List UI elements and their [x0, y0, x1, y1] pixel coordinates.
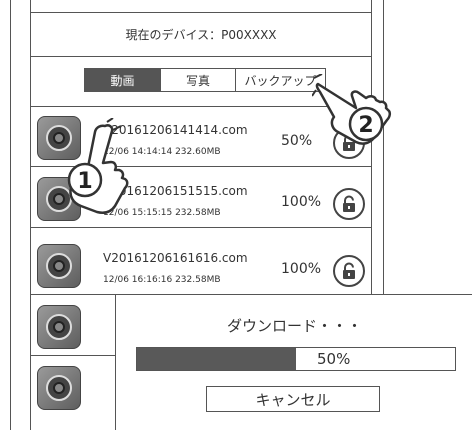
step-number-1: 1: [77, 169, 92, 194]
step-number-2: 2: [358, 113, 373, 138]
tab-video[interactable]: 動画: [85, 69, 160, 91]
tab-photo[interactable]: 写真: [160, 69, 235, 91]
tab-backup-label: バックアップ: [244, 73, 317, 88]
video-thumbnail-icon: [37, 305, 81, 349]
cancel-button[interactable]: キャンセル: [206, 386, 380, 412]
file-name: V20161206161616.com: [103, 251, 248, 265]
progress-fill: [137, 348, 296, 370]
tap-hand-icon: 1: [67, 118, 129, 214]
unlock-button[interactable]: [333, 188, 365, 220]
media-tabs: 動画 写真 バックアップ: [84, 68, 326, 92]
unlock-button[interactable]: [333, 255, 365, 287]
download-dialog: ダウンロード・・・ 50% キャンセル: [115, 294, 472, 430]
download-progress-bar: 50%: [136, 347, 456, 371]
cancel-button-label: キャンセル: [255, 390, 331, 409]
tab-video-label: 動画: [110, 73, 135, 88]
unlock-icon: [343, 262, 355, 279]
download-percent: 50%: [281, 133, 313, 149]
download-percent: 100%: [281, 194, 322, 210]
video-thumbnail-icon: [37, 366, 81, 410]
tab-photo-label: 写真: [185, 73, 210, 88]
dialog-title: ダウンロード・・・: [226, 317, 362, 335]
device-label: 現在のデバイス：P00XXXX: [125, 28, 277, 42]
outer-divider-left: [10, 0, 11, 430]
file-row[interactable]: V20161206161616.com 12/06 16:16:16 232.5…: [31, 235, 371, 295]
video-thumbnail-icon: [37, 244, 81, 288]
unlock-icon: [343, 195, 355, 212]
progress-label: 50%: [317, 350, 351, 368]
device-info-bar: 現在のデバイス：P00XXXX: [31, 12, 371, 57]
download-percent: 100%: [281, 261, 322, 277]
file-meta: 12/06 16:16:16 232.58MB: [103, 275, 221, 285]
tap-hand-icon: 2: [312, 74, 392, 145]
